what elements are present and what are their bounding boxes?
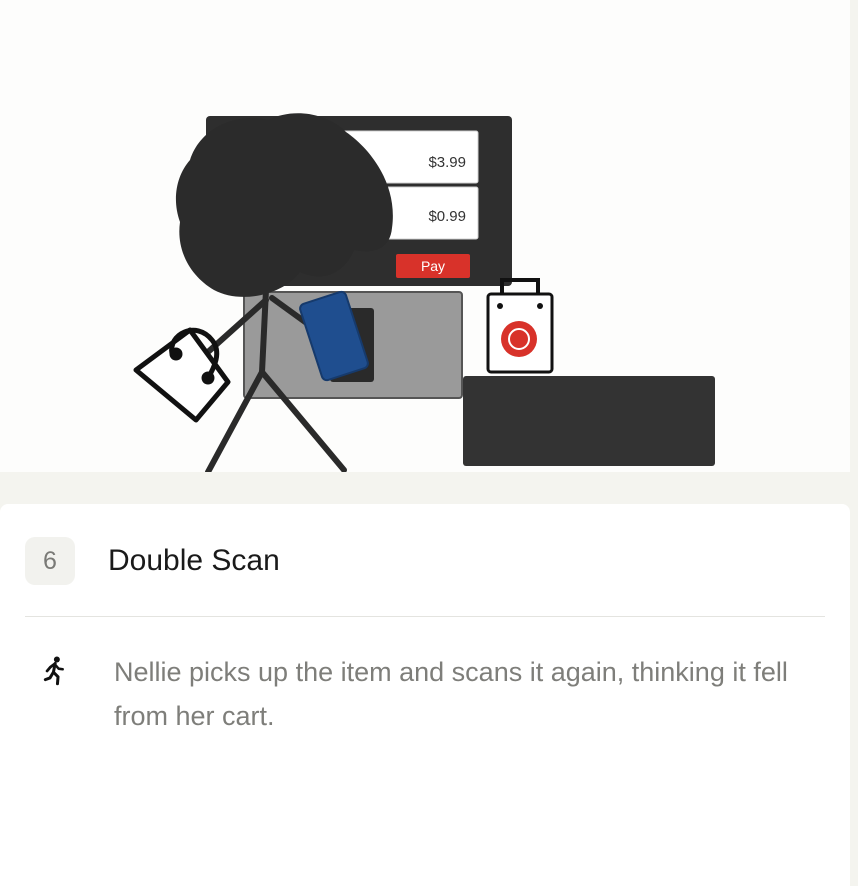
step-card: 6 Double Scan Nellie picks up the item a… bbox=[0, 504, 850, 886]
walking-person-icon bbox=[43, 656, 64, 686]
action-description: Nellie picks up the item and scans it ag… bbox=[114, 657, 788, 731]
step-number-badge: 6 bbox=[25, 537, 75, 585]
divider bbox=[25, 616, 825, 617]
receipt-price-2: $0.99 bbox=[428, 208, 466, 225]
step-header: 6 Double Scan bbox=[25, 534, 825, 588]
action-row: Nellie picks up the item and scans it ag… bbox=[40, 650, 800, 738]
receipt-price-1: $3.99 bbox=[428, 154, 466, 171]
shopping-bag-left bbox=[133, 327, 231, 423]
step-title: Double Scan bbox=[108, 544, 280, 577]
store-logo-icon bbox=[501, 321, 537, 357]
shopping-bag-right bbox=[486, 278, 554, 374]
storyboard-illustration: $3.99 $0.99 Pay bbox=[0, 0, 850, 472]
bagging-counter bbox=[463, 376, 715, 466]
pay-label: Pay bbox=[421, 258, 445, 274]
storyboard-step-page: $3.99 $0.99 Pay 6 Double Scan Nellie pic… bbox=[0, 0, 858, 886]
self-checkout-drawing: $3.99 $0.99 Pay bbox=[133, 113, 715, 472]
